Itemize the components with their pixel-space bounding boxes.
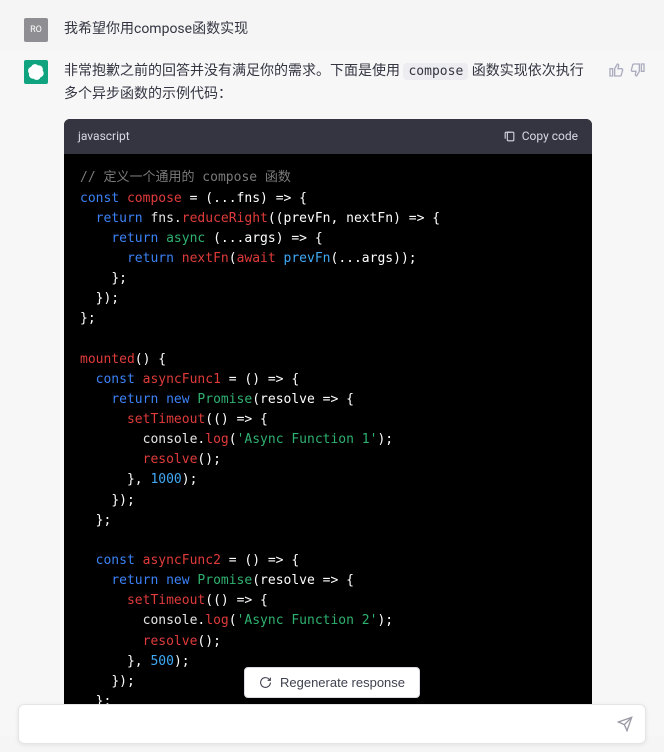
chat-input[interactable] — [31, 716, 617, 732]
send-icon[interactable] — [617, 716, 633, 732]
thumbs-down-icon[interactable] — [630, 62, 646, 78]
regenerate-label: Regenerate response — [280, 675, 405, 690]
openai-logo-icon — [28, 64, 44, 80]
assistant-avatar — [24, 60, 48, 84]
assistant-message-body: 非常抱歉之前的回答并没有满足你的需求。下面是使用 compose 函数实现依次执… — [64, 60, 592, 728]
user-message-text: 我希望你用compose函数实现 — [64, 18, 646, 40]
conversation: RO 我希望你用compose函数实现 非常抱歉之前的回答并没有满足你的需求。下… — [0, 0, 664, 736]
code-header: javascript Copy code — [64, 119, 592, 154]
refresh-icon — [259, 676, 272, 689]
copy-code-label: Copy code — [522, 127, 578, 146]
assistant-text-before: 非常抱歉之前的回答并没有满足你的需求。下面是使用 — [64, 63, 403, 79]
assistant-message-row: 非常抱歉之前的回答并没有满足你的需求。下面是使用 compose 函数实现依次执… — [0, 50, 664, 736]
user-avatar-label: RO — [30, 25, 42, 35]
user-message-row: RO 我希望你用compose函数实现 — [0, 8, 664, 50]
code-content: // 定义一个通用的 compose 函数 const compose = (.… — [64, 154, 592, 728]
regenerate-button[interactable]: Regenerate response — [244, 667, 420, 698]
chat-input-bar — [18, 704, 646, 744]
inline-code-compose: compose — [403, 63, 468, 80]
user-avatar: RO — [24, 18, 48, 42]
code-language-label: javascript — [78, 127, 130, 146]
clipboard-icon — [503, 130, 516, 143]
code-block: javascript Copy code // 定义一个通用的 compose … — [64, 119, 592, 728]
message-actions — [608, 62, 646, 78]
thumbs-up-icon[interactable] — [608, 62, 624, 78]
copy-code-button[interactable]: Copy code — [503, 127, 578, 146]
